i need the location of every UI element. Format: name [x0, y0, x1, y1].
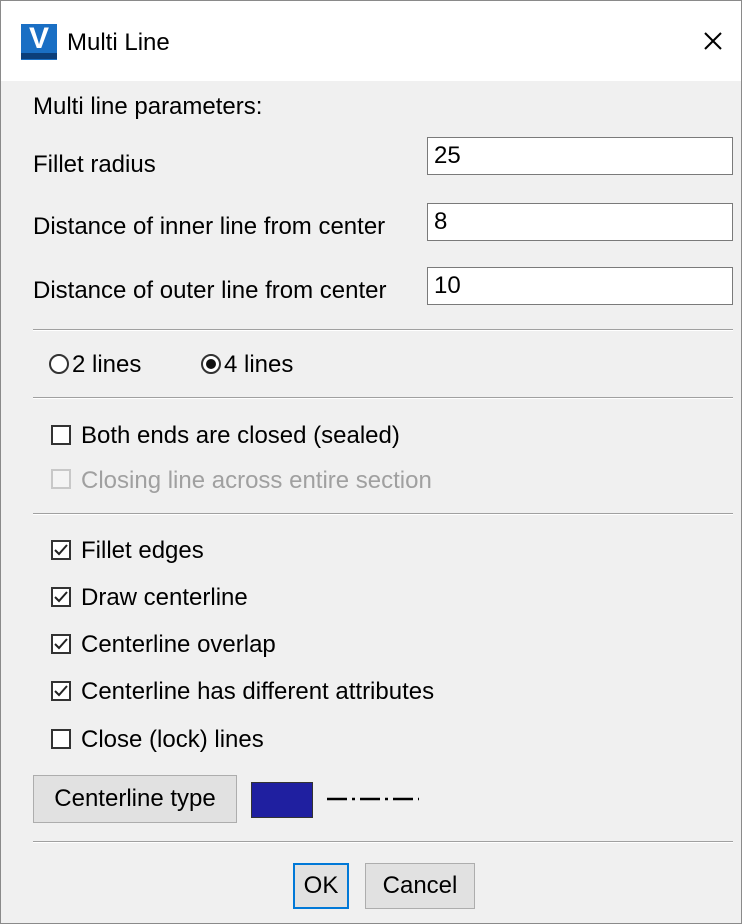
close-lock-lines-label[interactable]: Close (lock) lines	[81, 726, 264, 754]
draw-centerline-checkbox[interactable]	[51, 587, 71, 607]
centerline-attributes-checkbox[interactable]	[51, 681, 71, 701]
draw-centerline-label[interactable]: Draw centerline	[81, 584, 248, 612]
separator	[33, 841, 733, 843]
both-ends-closed-label[interactable]: Both ends are closed (sealed)	[81, 422, 400, 450]
centerline-overlap-label[interactable]: Centerline overlap	[81, 631, 276, 659]
title-bar: V Multi Line	[1, 1, 741, 81]
multi-line-dialog: V Multi Line Multi line parameters: Fill…	[0, 0, 742, 924]
closing-line-checkbox	[51, 469, 71, 489]
ok-button[interactable]: OK	[293, 863, 349, 909]
closing-line-label: Closing line across entire section	[81, 467, 432, 494]
close-lock-lines-checkbox[interactable]	[51, 729, 71, 749]
checkmark-icon	[54, 685, 68, 697]
radio-2-lines[interactable]	[49, 354, 69, 374]
close-button[interactable]	[695, 23, 731, 59]
radio-4-lines-label[interactable]: 4 lines	[224, 351, 293, 379]
inner-distance-input[interactable]	[427, 203, 733, 241]
centerline-attributes-label[interactable]: Centerline has different attributes	[81, 678, 434, 706]
fillet-radius-label: Fillet radius	[33, 151, 156, 178]
both-ends-closed-checkbox[interactable]	[51, 425, 71, 445]
cancel-button[interactable]: Cancel	[365, 863, 475, 909]
params-heading: Multi line parameters:	[33, 93, 263, 120]
dash-dot-linetype-icon	[327, 797, 419, 801]
radio-2-lines-label[interactable]: 2 lines	[72, 351, 141, 379]
window-title: Multi Line	[67, 29, 170, 56]
checkmark-icon	[54, 544, 68, 556]
radio-4-lines[interactable]	[201, 354, 221, 374]
outer-distance-label: Distance of outer line from center	[33, 277, 387, 304]
fillet-edges-label[interactable]: Fillet edges	[81, 537, 204, 565]
fillet-edges-checkbox[interactable]	[51, 540, 71, 560]
checkmark-icon	[54, 591, 68, 603]
vectorcad-app-icon: V	[21, 22, 57, 60]
close-icon	[704, 32, 722, 50]
separator	[33, 397, 733, 399]
fillet-radius-input[interactable]	[427, 137, 733, 175]
centerline-color-swatch[interactable]	[251, 782, 313, 818]
outer-distance-input[interactable]	[427, 267, 733, 305]
checkmark-icon	[54, 638, 68, 650]
inner-distance-label: Distance of inner line from center	[33, 213, 386, 240]
separator	[33, 329, 733, 331]
centerline-type-button[interactable]: Centerline type	[33, 775, 237, 823]
separator	[33, 513, 733, 515]
centerline-overlap-checkbox[interactable]	[51, 634, 71, 654]
